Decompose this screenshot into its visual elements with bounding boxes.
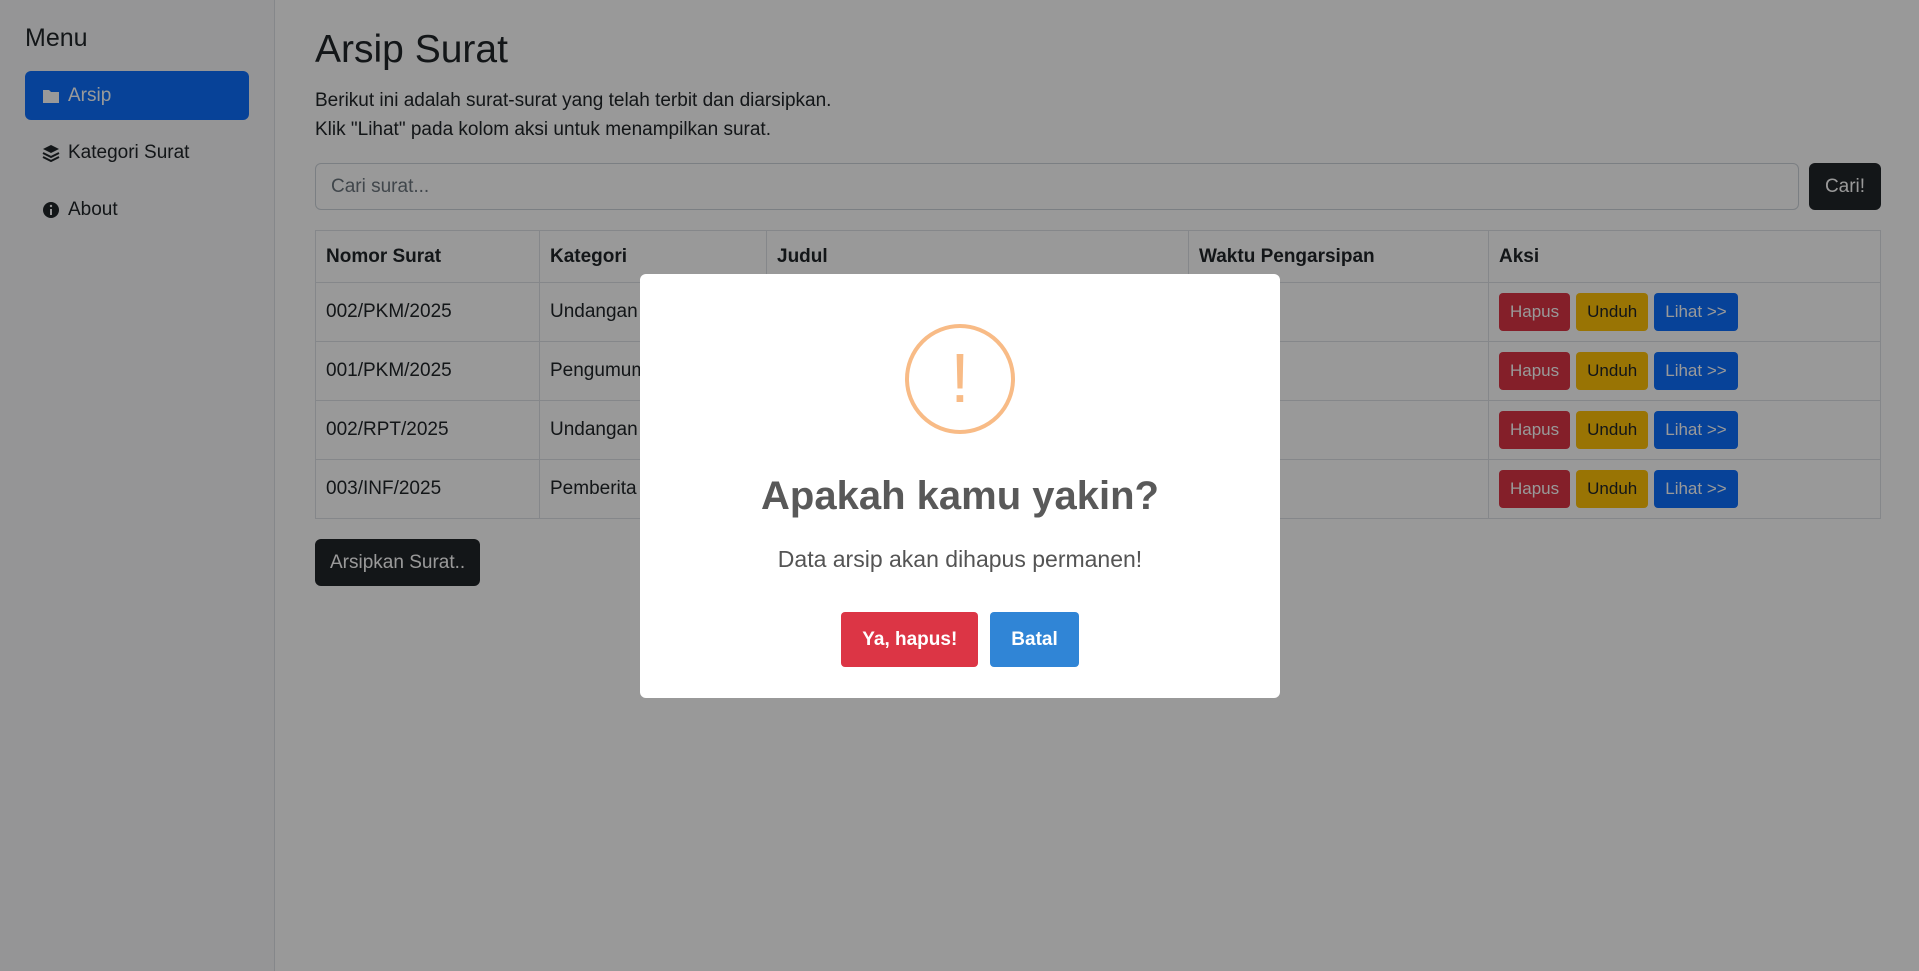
dialog-title: Apakah kamu yakin? bbox=[761, 474, 1159, 518]
dialog-message: Data arsip akan dihapus permanen! bbox=[777, 546, 1143, 572]
warning-icon: ! bbox=[905, 324, 1015, 434]
confirm-dialog: ! Apakah kamu yakin? Data arsip akan dih… bbox=[640, 274, 1280, 698]
confirm-delete-button[interactable]: Ya, hapus! bbox=[841, 612, 979, 667]
cancel-button[interactable]: Batal bbox=[990, 612, 1079, 667]
dialog-actions: Ya, hapus! Batal bbox=[640, 612, 1280, 667]
